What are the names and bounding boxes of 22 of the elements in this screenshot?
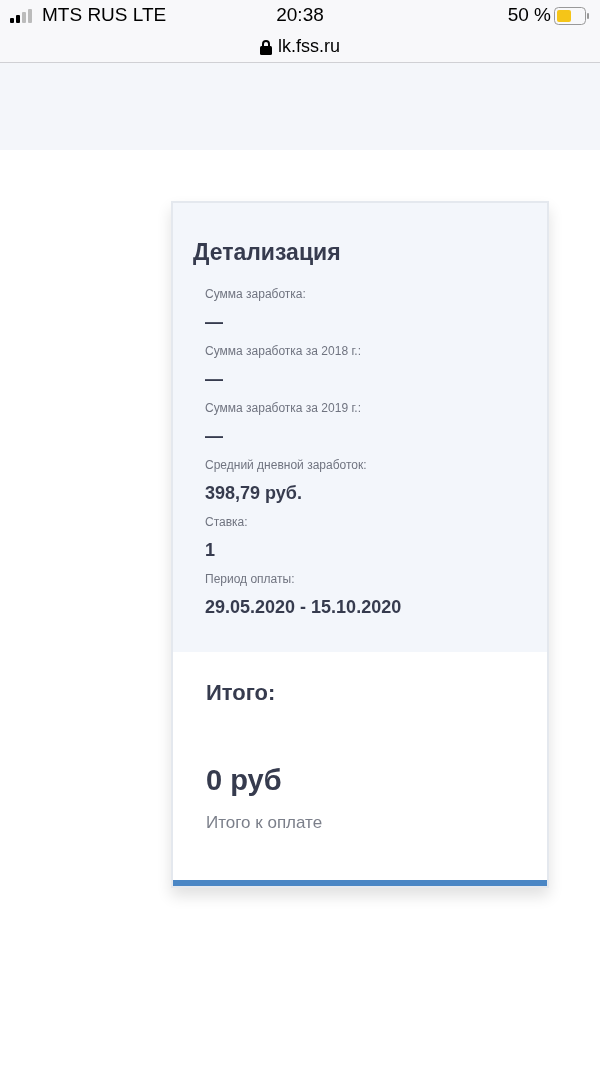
field-label: Сумма заработка за 2018 г.: (205, 342, 362, 360)
field-value: 29.05.2020 - 15.10.2020 (205, 595, 403, 619)
field-label: Сумма заработка за 2019 г.: (205, 399, 362, 417)
total-caption: Итого к оплате (206, 812, 324, 834)
url-text[interactable]: lk.fss.ru (278, 33, 340, 60)
clock-time: 20:38 (275, 3, 325, 28)
lock-icon (260, 38, 272, 55)
field-value: 398,79 руб. (205, 481, 303, 505)
total-amount: 0 руб (206, 762, 283, 798)
field-label: Средний дневной заработок: (205, 456, 368, 474)
field-value: — (205, 424, 224, 448)
field-label: Ставка: (205, 513, 249, 531)
battery-percent: 50 % (507, 3, 551, 28)
field-label: Период оплаты: (205, 570, 296, 588)
total-heading: Итого: (206, 678, 277, 707)
carrier-label: MTS RUS LTE (42, 3, 167, 28)
battery-icon (554, 6, 590, 25)
field-value: — (205, 367, 224, 391)
field-value: 1 (205, 538, 216, 562)
field-label: Сумма заработка: (205, 285, 307, 303)
card-title: Детализация (193, 238, 342, 267)
field-value: — (205, 310, 224, 334)
